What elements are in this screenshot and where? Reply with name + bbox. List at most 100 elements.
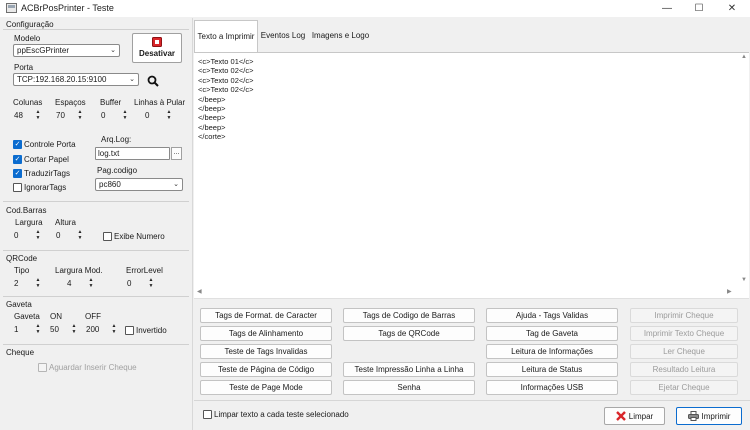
qrcode-tipo-spinner[interactable]: 2 ▲ ▼ [13, 277, 43, 291]
memo-line: </beep> [198, 94, 226, 104]
buffer-value: 0 [101, 111, 106, 120]
gaveta-on-spinner[interactable]: 50 ▲ ▼ [49, 323, 79, 337]
teste-pagina-codigo-button[interactable]: Teste de Página de Código [200, 362, 332, 377]
traduzir-tags-checkbox[interactable]: ✓ TraduzirTags [13, 169, 70, 178]
spin-arrows-icon[interactable]: ▲ ▼ [87, 277, 95, 291]
spin-arrows-icon[interactable]: ▲ ▼ [110, 323, 118, 337]
invertido-label: Invertido [136, 326, 167, 335]
spin-arrows-icon[interactable]: ▲ ▼ [70, 323, 78, 337]
vertical-scrollbar[interactable]: ▲ ▼ [740, 53, 749, 288]
informacoes-usb-button[interactable]: Informações USB [486, 380, 618, 395]
scroll-left-icon[interactable]: ◀ [197, 288, 202, 295]
memo-line: </corte> [198, 132, 226, 142]
search-icon[interactable] [147, 75, 159, 87]
codbarras-altura-spinner[interactable]: 0 ▲ ▼ [55, 229, 85, 243]
buffer-spinner[interactable]: 0 ▲ ▼ [100, 109, 130, 123]
stop-icon [152, 37, 162, 47]
scroll-down-icon[interactable]: ▼ [741, 277, 747, 283]
qrcode-largura-label: Largura Mod. [55, 266, 103, 275]
config-divider [3, 29, 189, 30]
tags-format-caracter-button[interactable]: Tags de Format. de Caracter [200, 308, 332, 323]
maximize-button[interactable]: ☐ [684, 0, 714, 17]
linhas-spinner[interactable]: 0 ▲ ▼ [144, 109, 174, 123]
arqlog-browse-button[interactable]: ... [171, 147, 182, 160]
exibe-numero-checkbox[interactable]: Exibe Numero [103, 232, 165, 241]
spin-arrows-icon[interactable]: ▲ ▼ [34, 277, 42, 291]
teste-page-mode-button[interactable]: Teste de Page Mode [200, 380, 332, 395]
spin-arrows-icon[interactable]: ▲ ▼ [34, 109, 42, 123]
config-section-title: Configuração [6, 20, 54, 29]
espacos-label: Espaços [55, 98, 86, 107]
qrcode-largura-spinner[interactable]: 4 ▲ ▼ [66, 277, 96, 291]
qrcode-largura-value: 4 [67, 279, 72, 288]
tags-alinhamento-button[interactable]: Tags de Alinhamento [200, 326, 332, 341]
tab-eventos-log[interactable]: Eventos Log [258, 20, 308, 52]
espacos-spinner[interactable]: 70 ▲ ▼ [55, 109, 85, 123]
modelo-select[interactable]: ppEscGPrinter ⌄ [13, 44, 120, 57]
spin-arrows-icon[interactable]: ▲ ▼ [165, 109, 173, 123]
gaveta-spinner[interactable]: 1 ▲ ▼ [13, 323, 43, 337]
ignorar-tags-checkbox[interactable]: IgnorarTags [13, 183, 66, 192]
traduzir-tags-label: TraduzirTags [24, 169, 70, 178]
limpar-texto-label: Limpar texto a cada teste selecionado [214, 410, 349, 419]
checkbox-empty-icon [125, 326, 134, 335]
spin-arrows-icon[interactable]: ▲ ▼ [76, 229, 84, 243]
spin-arrows-icon[interactable]: ▲ ▼ [76, 109, 84, 123]
codbarras-altura-value: 0 [56, 231, 61, 240]
gaveta-label: Gaveta [14, 312, 40, 321]
imprimir-button[interactable]: Imprimir [676, 407, 742, 425]
tab-texto-imprimir[interactable]: Texto a Imprimir [194, 20, 258, 52]
colunas-spinner[interactable]: 48 ▲ ▼ [13, 109, 43, 123]
spin-arrows-icon[interactable]: ▲ ▼ [34, 323, 42, 337]
checkbox-empty-icon [38, 363, 47, 372]
gaveta-off-spinner[interactable]: 200 ▲ ▼ [85, 323, 119, 337]
teste-impressao-linha-button[interactable]: Teste Impressão Linha a Linha [343, 362, 475, 377]
memo-line: <c>Texto 02</c> [198, 75, 254, 85]
text-memo[interactable]: <c>Texto 01</c> <c>Texto 02</c> <c>Texto… [194, 52, 749, 299]
senha-button[interactable]: Senha [343, 380, 475, 395]
horizontal-scrollbar[interactable]: ◀ ▶ [194, 287, 749, 298]
modelo-value: ppEscGPrinter [17, 46, 70, 55]
close-button[interactable]: ✕ [717, 0, 747, 17]
teste-tags-invalidas-button[interactable]: Teste de Tags Invalidas [200, 344, 332, 359]
imprimir-cheque-button[interactable]: Imprimir Cheque [630, 308, 738, 323]
qrcode-section-title: QRCode [6, 254, 38, 263]
codbarras-largura-value: 0 [14, 231, 19, 240]
arqlog-input[interactable]: log.txt [95, 147, 170, 160]
qrcode-error-spinner[interactable]: 0 ▲ ▼ [126, 277, 156, 291]
ajuda-tags-validas-button[interactable]: Ajuda - Tags Validas [486, 308, 618, 323]
desativar-button[interactable]: Desativar [132, 33, 182, 63]
gaveta-on-value: 50 [50, 325, 59, 334]
aguardar-cheque-checkbox[interactable]: Aguardar Inserir Cheque [38, 363, 137, 372]
spin-arrows-icon[interactable]: ▲ ▼ [34, 229, 42, 243]
limpar-button[interactable]: Limpar [604, 407, 665, 425]
footer-divider [194, 400, 750, 401]
panel-splitter[interactable] [192, 18, 193, 430]
section-divider [3, 250, 189, 251]
imprimir-texto-cheque-button[interactable]: Imprimir Texto Cheque [630, 326, 738, 341]
pagcodigo-select[interactable]: pc860 ⌄ [95, 178, 183, 191]
tag-gaveta-button[interactable]: Tag de Gaveta [486, 326, 618, 341]
minimize-button[interactable]: — [652, 0, 682, 17]
codbarras-largura-spinner[interactable]: 0 ▲ ▼ [13, 229, 43, 243]
controle-porta-checkbox[interactable]: ✓ Controle Porta [13, 140, 76, 149]
leitura-status-button[interactable]: Leitura de Status [486, 362, 618, 377]
cortar-papel-checkbox[interactable]: ✓ Cortar Papel [13, 155, 69, 164]
porta-select[interactable]: TCP:192.168.20.15:9100 ⌄ [13, 73, 139, 86]
scroll-up-icon[interactable]: ▲ [741, 54, 747, 60]
gaveta-on-label: ON [50, 312, 62, 321]
tags-qrcode-button[interactable]: Tags de QRCode [343, 326, 475, 341]
spin-arrows-icon[interactable]: ▲ ▼ [147, 277, 155, 291]
spin-arrows-icon[interactable]: ▲ ▼ [121, 109, 129, 123]
leitura-informacoes-button[interactable]: Leitura de Informações [486, 344, 618, 359]
ejetar-cheque-button[interactable]: Ejetar Cheque [630, 380, 738, 395]
limpar-texto-checkbox[interactable]: Limpar texto a cada teste selecionado [203, 410, 349, 419]
invertido-checkbox[interactable]: Invertido [125, 326, 167, 335]
espacos-value: 70 [56, 111, 65, 120]
ler-cheque-button[interactable]: Ler Cheque [630, 344, 738, 359]
tab-imagens-logo[interactable]: Imagens e Logo [309, 20, 372, 52]
scroll-right-icon[interactable]: ▶ [727, 288, 732, 295]
tags-codigo-barras-button[interactable]: Tags de Codigo de Barras [343, 308, 475, 323]
resultado-leitura-button[interactable]: Resultado Leitura [630, 362, 738, 377]
porta-label: Porta [14, 63, 34, 72]
